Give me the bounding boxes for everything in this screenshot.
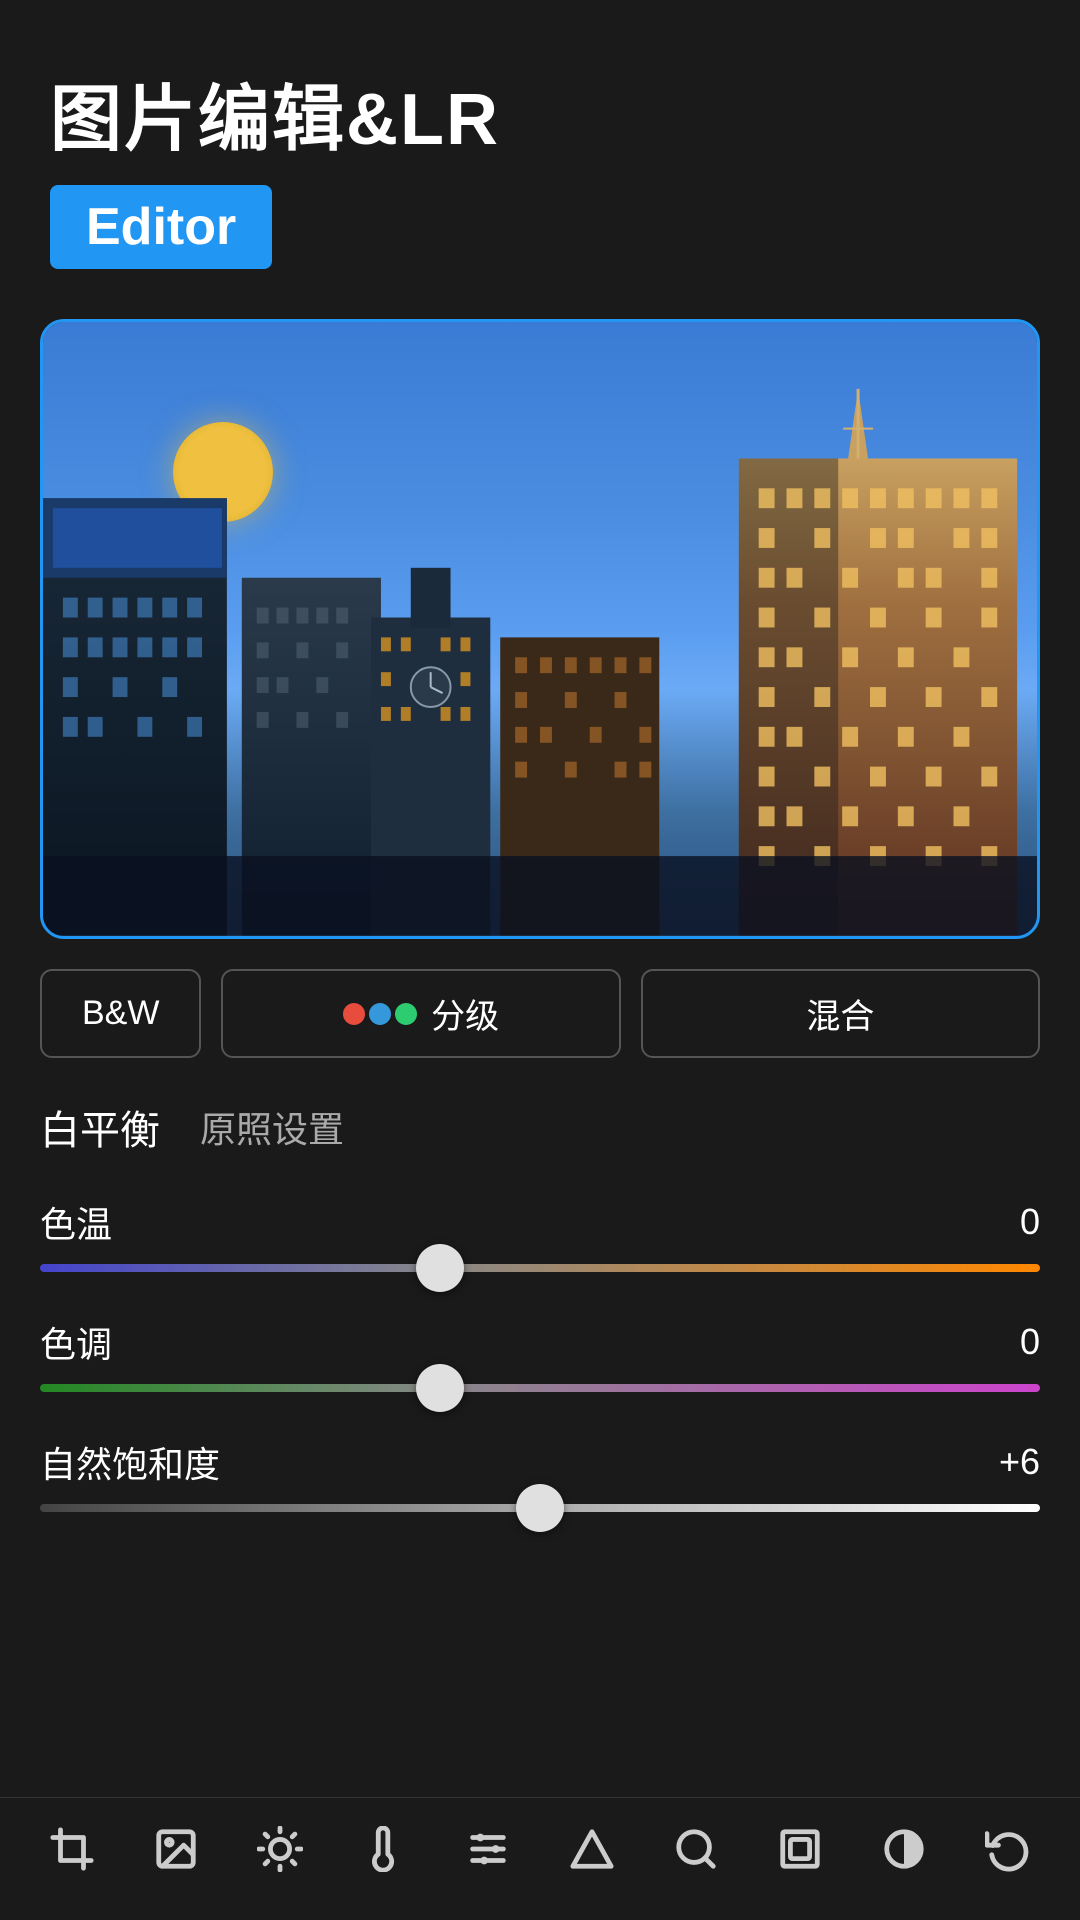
bw-tab-label: B&W <box>82 994 159 1033</box>
vibrance-thumb[interactable] <box>516 1484 564 1532</box>
tint-thumb[interactable] <box>416 1364 464 1412</box>
circle-button[interactable] <box>881 1826 927 1880</box>
tint-track[interactable] <box>40 1384 1040 1392</box>
thermometer-icon <box>361 1826 407 1880</box>
temp-track[interactable] <box>40 1264 1040 1272</box>
vibrance-value: +6 <box>999 1441 1040 1483</box>
undo-button[interactable] <box>985 1826 1031 1880</box>
vibrance-track[interactable] <box>40 1504 1040 1512</box>
vibrance-label: 自然饱和度 <box>40 1436 220 1488</box>
buildings-svg <box>43 383 1037 936</box>
zoom-button[interactable] <box>673 1826 719 1880</box>
temperature-button[interactable] <box>361 1826 407 1880</box>
frame-button[interactable] <box>777 1826 823 1880</box>
light-icon <box>257 1826 303 1880</box>
temp-value: 0 <box>1020 1201 1040 1243</box>
image-button[interactable] <box>153 1826 199 1880</box>
crop-icon <box>49 1826 95 1880</box>
tint-slider-row: 色调 0 <box>40 1316 1040 1392</box>
crop-button[interactable] <box>49 1826 95 1880</box>
city-scene <box>43 322 1037 936</box>
adjust-button[interactable] <box>465 1826 511 1880</box>
white-balance-value: 原照设置 <box>200 1101 344 1153</box>
mode-tabs: B&W 分级 混合 <box>40 969 1040 1058</box>
app-title: 图片编辑&LR <box>50 60 1030 165</box>
grading-icon <box>343 1003 417 1025</box>
blend-tab-label: 混合 <box>806 989 874 1038</box>
header: 图片编辑&LR Editor <box>0 0 1080 289</box>
white-balance-row: 白平衡 原照设置 <box>40 1098 1040 1156</box>
halfcircle-icon <box>881 1826 927 1880</box>
grading-tab-label: 分级 <box>431 989 499 1038</box>
controls-panel: B&W 分级 混合 白平衡 原照设置 色温 0 色调 0 <box>0 969 1080 1512</box>
temp-slider-row: 色温 0 <box>40 1196 1040 1272</box>
frame-icon <box>777 1826 823 1880</box>
blend-tab[interactable]: 混合 <box>641 969 1040 1058</box>
white-balance-label: 白平衡 <box>40 1098 160 1156</box>
triangle-icon <box>569 1826 615 1880</box>
tint-value: 0 <box>1020 1321 1040 1363</box>
image-icon <box>153 1826 199 1880</box>
tint-label: 色调 <box>40 1316 112 1368</box>
grading-tab[interactable]: 分级 <box>221 969 620 1058</box>
editor-badge: Editor <box>50 185 272 269</box>
temp-label: 色温 <box>40 1196 112 1248</box>
vibrance-slider-row: 自然饱和度 +6 <box>40 1436 1040 1512</box>
image-preview <box>40 319 1040 939</box>
zoom-icon <box>673 1826 719 1880</box>
adjust-icon <box>465 1826 511 1880</box>
shape-button[interactable] <box>569 1826 615 1880</box>
undo-icon <box>985 1826 1031 1880</box>
temp-thumb[interactable] <box>416 1244 464 1292</box>
light-button[interactable] <box>257 1826 303 1880</box>
bw-tab[interactable]: B&W <box>40 969 201 1058</box>
bottom-toolbar <box>0 1797 1080 1920</box>
